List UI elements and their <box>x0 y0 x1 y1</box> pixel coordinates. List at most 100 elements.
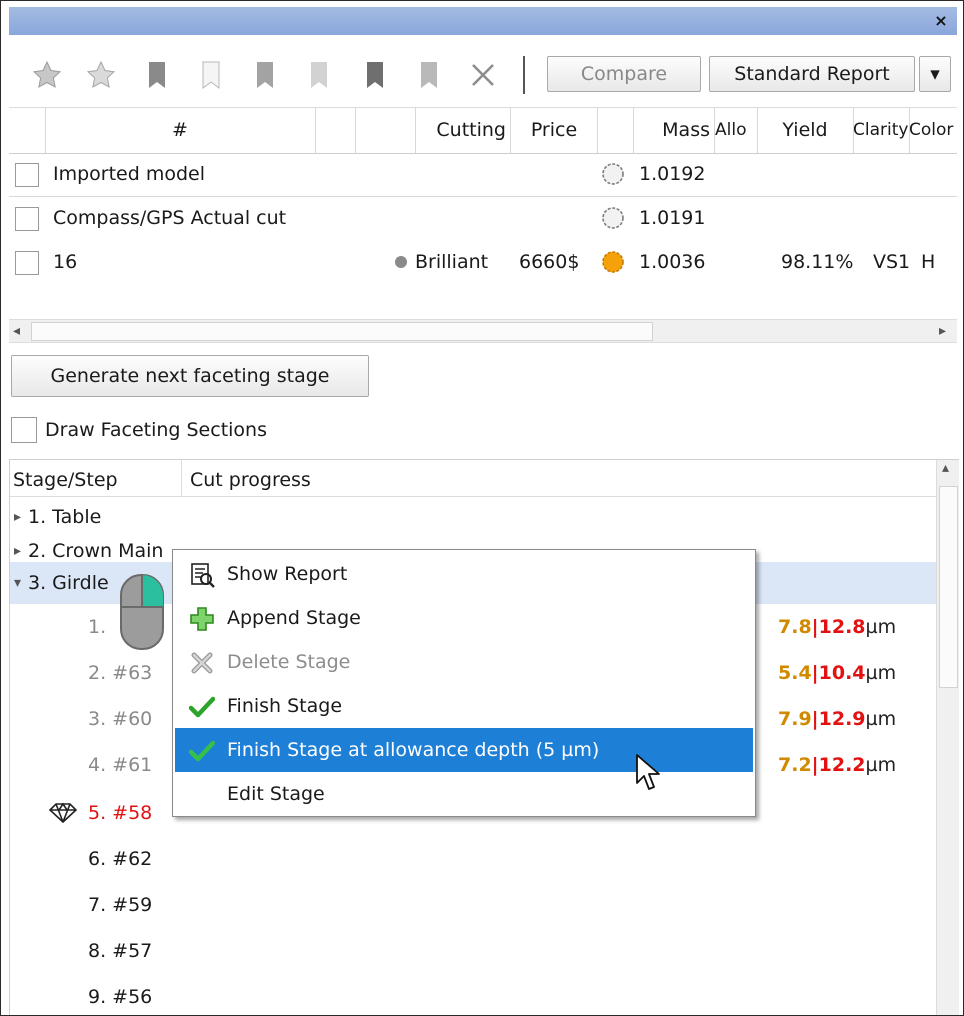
menu-item-label: Edit Stage <box>227 783 325 805</box>
menu-item-finish-at-allowance[interactable]: Finish Stage at allowance depth (5 µm) <box>175 728 753 772</box>
close-icon[interactable]: × <box>931 11 951 31</box>
header-blank-c[interactable] <box>597 108 634 153</box>
check-icon <box>189 696 215 718</box>
table-row[interactable]: 16 Brilliant 6660$ 1.0036 98.11% VS1 H <box>9 240 957 284</box>
mouse-right-click-icon <box>120 574 164 650</box>
star-icon[interactable] <box>31 59 63 91</box>
app-window: × Compare Standard Report ▾ # Cutting Pr… <box>0 0 964 1016</box>
menu-item-label: Append Stage <box>227 607 361 629</box>
row-checkbox[interactable] <box>15 163 39 187</box>
header-color[interactable]: Color <box>909 108 957 153</box>
step-label: 9. #56 <box>88 986 153 1008</box>
status-dot <box>395 256 407 268</box>
draw-sections-checkbox[interactable] <box>11 417 37 443</box>
report-icon <box>191 563 215 588</box>
step-progress: 7.9|12.9µm <box>778 708 897 730</box>
bookmark-darkest-icon[interactable] <box>359 59 391 91</box>
step-label: 3. #60 <box>88 708 153 730</box>
header-yield[interactable]: Yield <box>757 108 854 153</box>
header-number[interactable]: # <box>45 108 316 153</box>
report-button[interactable]: Standard Report <box>709 56 915 92</box>
generate-stage-button[interactable]: Generate next faceting stage <box>11 355 369 397</box>
grid-header: # Cutting Price Mass Allo Yield Clarity … <box>9 107 957 154</box>
tree-header: Stage/Step Cut progress <box>10 460 936 497</box>
tree-step[interactable]: 9. #56 <box>10 974 936 1015</box>
context-menu: Show Report Append Stage Delete Stage Fi… <box>172 549 756 817</box>
row-name: Imported model <box>53 163 206 185</box>
row-cutting: Brilliant <box>415 251 489 273</box>
header-price[interactable]: Price <box>511 108 598 153</box>
mouse-cursor-icon <box>636 754 660 790</box>
diamond-orange-icon <box>602 251 624 273</box>
header-blank-a[interactable] <box>315 108 356 153</box>
scroll-left-icon[interactable]: ◂ <box>13 320 20 342</box>
row-checkbox[interactable] <box>15 207 39 231</box>
close-x-icon[interactable] <box>467 59 499 91</box>
bookmark-light-icon[interactable] <box>303 59 335 91</box>
step-label: 1. <box>88 616 107 638</box>
row-yield: 98.11% <box>781 251 854 273</box>
scroll-thumb[interactable] <box>939 486 958 688</box>
menu-item-label: Finish Stage at allowance depth (5 µm) <box>227 739 600 761</box>
row-mass: 1.0036 <box>639 251 706 273</box>
draw-sections-label[interactable]: Draw Faceting Sections <box>45 413 267 447</box>
title-bar[interactable] <box>9 7 957 35</box>
report-dropdown-button[interactable]: ▾ <box>919 56 951 92</box>
menu-item-edit-stage[interactable]: Edit Stage <box>175 772 753 816</box>
header-mass[interactable]: Mass <box>633 108 715 153</box>
menu-item-append-stage[interactable]: Append Stage <box>175 596 753 640</box>
header-allowance[interactable]: Allo <box>715 108 758 153</box>
bookmark-dark-icon[interactable] <box>141 59 173 91</box>
step-progress: 7.2|12.2µm <box>778 754 897 776</box>
row-checkbox[interactable] <box>15 251 39 275</box>
tree-step[interactable]: 7. #59 <box>10 882 936 928</box>
scroll-thumb[interactable] <box>31 322 653 341</box>
row-price: 6660$ <box>519 251 580 273</box>
step-label: 8. #57 <box>88 940 153 962</box>
table-row[interactable]: Imported model 1.0192 <box>9 152 957 197</box>
diamond-outline-icon <box>602 163 624 185</box>
menu-item-label: Delete Stage <box>227 651 351 673</box>
tree-step[interactable]: 6. #62 <box>10 836 936 882</box>
row-clarity: VS1 <box>873 251 911 273</box>
bookmark-gray-icon[interactable] <box>249 59 281 91</box>
grid-header-check[interactable] <box>9 108 46 153</box>
step-label: 6. #62 <box>88 848 153 870</box>
table-row[interactable]: Compass/GPS Actual cut 1.0191 <box>9 196 957 240</box>
col-stage[interactable]: Stage/Step <box>10 460 182 496</box>
delete-icon <box>191 652 213 674</box>
step-label: 4. #61 <box>88 754 153 776</box>
menu-item-show-report[interactable]: Show Report <box>175 552 753 596</box>
toolbar-separator <box>523 56 525 94</box>
step-progress: 5.4|10.4µm <box>778 662 897 684</box>
menu-item-label: Finish Stage <box>227 695 343 717</box>
header-cutting[interactable]: Cutting <box>415 108 511 153</box>
compare-button[interactable]: Compare <box>547 56 701 92</box>
toolbar: Compare Standard Report ▾ <box>9 41 957 107</box>
tree-item-label: 3. Girdle <box>28 572 109 594</box>
row-name: 16 <box>53 251 78 273</box>
bookmark-outline-icon[interactable] <box>195 59 227 91</box>
header-blank-b[interactable] <box>355 108 416 153</box>
header-clarity[interactable]: Clarity <box>853 108 910 153</box>
row-mass: 1.0192 <box>639 163 706 185</box>
step-label: 7. #59 <box>88 894 153 916</box>
tree-step[interactable]: 8. #57 <box>10 928 936 974</box>
plus-icon <box>190 607 214 631</box>
bookmark-lightgray-icon[interactable] <box>413 59 445 91</box>
horizontal-scrollbar[interactable]: ◂ ▸ <box>9 319 957 343</box>
collapse-icon[interactable]: ▾ <box>14 562 21 604</box>
step-label: 5. #58 <box>88 802 153 824</box>
vertical-scrollbar[interactable]: ▴ <box>936 460 959 1015</box>
row-mass: 1.0191 <box>639 207 706 229</box>
star-icon[interactable] <box>85 59 117 91</box>
diamond-outline-icon <box>602 207 624 229</box>
menu-item-label: Show Report <box>227 563 348 585</box>
row-color: H <box>921 251 936 273</box>
menu-item-finish-stage[interactable]: Finish Stage <box>175 684 753 728</box>
step-label: 2. #63 <box>88 662 153 684</box>
scroll-up-icon[interactable]: ▴ <box>942 460 949 476</box>
menu-item-delete-stage[interactable]: Delete Stage <box>175 640 753 684</box>
scroll-right-icon[interactable]: ▸ <box>939 320 946 342</box>
step-progress: 7.8|12.8µm <box>778 616 897 638</box>
